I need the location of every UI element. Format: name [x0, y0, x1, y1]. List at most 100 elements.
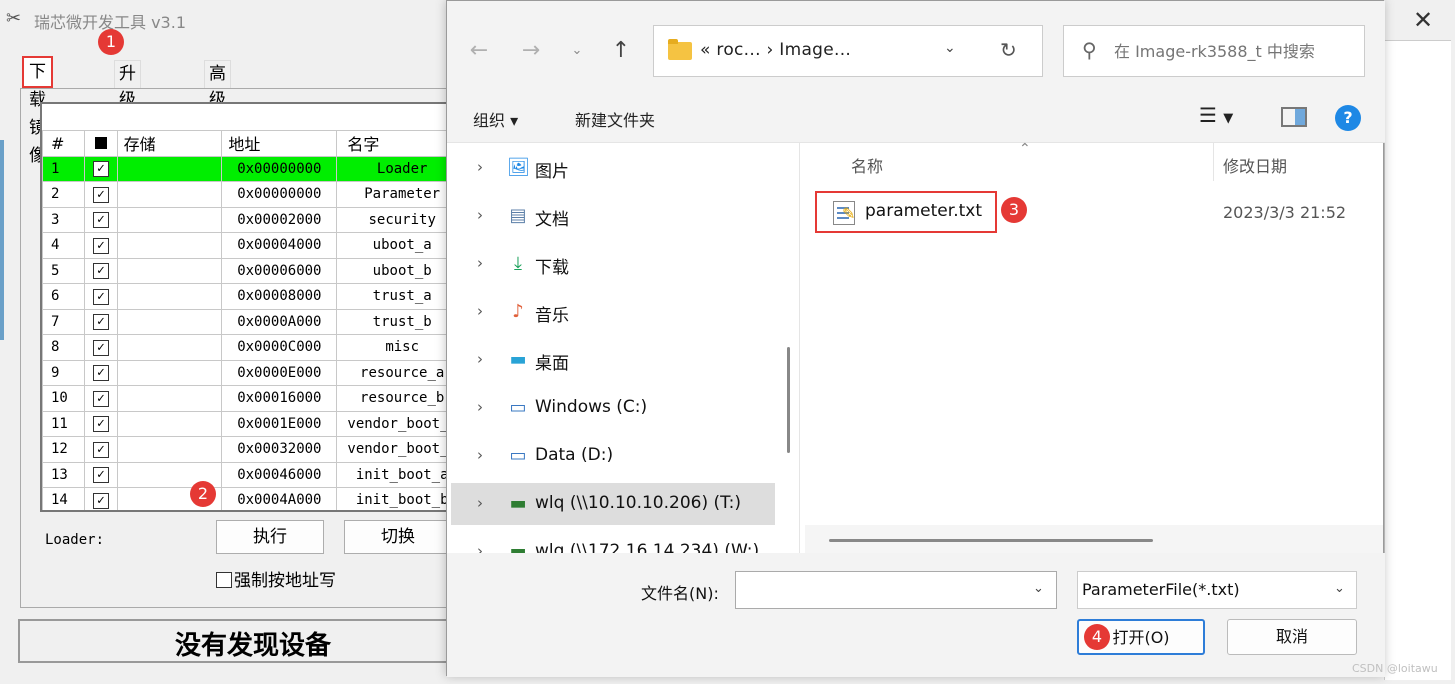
refresh-icon[interactable]: ↻: [1000, 38, 1017, 62]
row-checkbox[interactable]: ✓: [84, 283, 118, 310]
nav-item-drive[interactable]: › ▭ Windows (C:): [451, 387, 775, 429]
back-arrow-icon[interactable]: ←: [465, 37, 493, 65]
filename-dropdown-icon[interactable]: ⌄: [1033, 581, 1044, 596]
row-checkbox[interactable]: ✓: [84, 410, 118, 437]
tab-upgrade-firmware[interactable]: 升级固件: [114, 60, 141, 162]
organize-button[interactable]: 组织 ▾: [473, 107, 518, 131]
switch-button[interactable]: 切换: [344, 520, 452, 554]
nav-item-label: wlq (\\10.10.10.206) (T:): [535, 493, 742, 513]
forward-arrow-icon[interactable]: →: [517, 37, 545, 65]
up-arrow-icon[interactable]: ↑: [607, 37, 635, 65]
table-row[interactable]: 10 ✓ 0x00016000 resource_b: [42, 385, 458, 412]
header-name: 名字: [336, 130, 458, 157]
row-number: 9: [42, 359, 86, 386]
row-number: 11: [42, 410, 86, 437]
nav-item-downloads[interactable]: › ⤓ 下载: [451, 243, 775, 285]
row-address: 0x0000A000: [221, 308, 338, 335]
row-checkbox[interactable]: ✓: [84, 359, 118, 386]
chevron-right-icon[interactable]: ›: [477, 542, 483, 553]
network-drive-icon: ▬: [509, 493, 527, 514]
device-status-bar: 没有发现设备: [18, 619, 448, 663]
chevron-right-icon[interactable]: ›: [477, 158, 483, 176]
file-name: parameter.txt: [865, 201, 982, 221]
row-checkbox[interactable]: ✓: [84, 385, 118, 412]
filename-input[interactable]: [735, 571, 1057, 609]
chevron-right-icon[interactable]: ›: [477, 302, 483, 320]
close-icon[interactable]: ✕: [1405, 6, 1441, 34]
table-row[interactable]: 8 ✓ 0x0000C000 misc: [42, 334, 458, 361]
view-options-icon[interactable]: ☰ ▼: [1199, 103, 1233, 127]
checkmark-icon: ✓: [92, 314, 109, 331]
navigation-pane: › 🖼 图片 › ▤ 文档 › ⤓ 下载 › ♪ 音乐 › ▬ 桌面 › ▭ Windows (C:) › ▭ Data…: [447, 143, 777, 553]
row-checkbox[interactable]: ✓: [84, 155, 118, 182]
search-input[interactable]: [1114, 36, 1354, 66]
new-folder-button[interactable]: 新建文件夹: [575, 107, 655, 131]
table-row[interactable]: 4 ✓ 0x00004000 uboot_a: [42, 232, 458, 259]
chevron-right-icon[interactable]: ›: [477, 254, 483, 272]
table-row[interactable]: 1 ✓ 0x00000000 Loader: [42, 155, 458, 182]
table-row[interactable]: 6 ✓ 0x00008000 trust_a: [42, 283, 458, 310]
recent-locations-chevron-icon[interactable]: ⌄: [563, 37, 591, 65]
table-row[interactable]: 12 ✓ 0x00032000 vendor_boot_b: [42, 436, 458, 463]
nav-item-desktop[interactable]: › ▬ 桌面: [451, 339, 775, 381]
folder-icon: [668, 39, 692, 60]
search-box[interactable]: ⚲: [1063, 25, 1365, 77]
row-checkbox[interactable]: ✓: [84, 308, 118, 335]
table-row[interactable]: 14 ✓ 0x0004A000 init_boot_b: [42, 487, 458, 510]
window-edge-decoration: [0, 140, 4, 340]
address-dropdown-icon[interactable]: ⌄: [944, 40, 956, 56]
row-storage: [116, 283, 223, 310]
checkmark-icon: ✓: [92, 492, 109, 509]
file-type-select[interactable]: ParameterFile(*.txt) ⌄: [1077, 571, 1357, 609]
address-path[interactable]: « roc... › Image...: [700, 40, 851, 60]
row-checkbox[interactable]: ✓: [84, 487, 118, 510]
image-table-container: # 存储 地址 名字 1 ✓ 0x00000000 Loader 2 ✓ 0x0000000…: [40, 102, 460, 512]
nav-item-pictures[interactable]: › 🖼 图片: [451, 147, 775, 189]
tab-advanced-functions[interactable]: 高级功能: [204, 60, 231, 162]
table-row[interactable]: 3 ✓ 0x00002000 security: [42, 206, 458, 233]
navigation-scrollbar[interactable]: [787, 347, 790, 453]
row-checkbox[interactable]: ✓: [84, 181, 118, 208]
help-icon[interactable]: ?: [1335, 105, 1361, 131]
row-name: resource_a: [336, 359, 458, 386]
address-bar[interactable]: « roc... › Image... ⌄ ↻: [653, 25, 1043, 77]
table-row[interactable]: 5 ✓ 0x00006000 uboot_b: [42, 257, 458, 284]
row-number: 7: [42, 308, 86, 335]
table-row[interactable]: 7 ✓ 0x0000A000 trust_b: [42, 308, 458, 335]
row-checkbox[interactable]: ✓: [84, 206, 118, 233]
nav-item-music[interactable]: › ♪ 音乐: [451, 291, 775, 333]
table-row[interactable]: 11 ✓ 0x0001E000 vendor_boot_a: [42, 410, 458, 437]
row-checkbox[interactable]: ✓: [84, 461, 118, 488]
chevron-right-icon[interactable]: ›: [477, 446, 483, 464]
column-header-modified-date[interactable]: 修改日期: [1223, 153, 1287, 177]
force-address-write-checkbox[interactable]: 强制按地址写: [216, 566, 336, 591]
table-row[interactable]: 13 ✓ 0x00046000 init_boot_a: [42, 461, 458, 488]
nav-item-documents[interactable]: › ▤ 文档: [451, 195, 775, 237]
step-marker-1: 1: [98, 29, 124, 55]
tab-download-image[interactable]: 下载镜像: [22, 56, 53, 166]
row-checkbox[interactable]: ✓: [84, 436, 118, 463]
cancel-button[interactable]: 取消: [1227, 619, 1357, 655]
checkmark-icon: ✓: [92, 441, 109, 458]
nav-item-drive[interactable]: › ▭ Data (D:): [451, 435, 775, 477]
row-name: misc: [336, 334, 458, 361]
file-list-scrollbar[interactable]: [829, 539, 1153, 542]
row-checkbox[interactable]: ✓: [84, 232, 118, 259]
table-row[interactable]: 2 ✓ 0x00000000 Parameter: [42, 181, 458, 208]
force-address-write-label: 强制按地址写: [234, 571, 336, 591]
execute-button[interactable]: 执行: [216, 520, 324, 554]
nav-item-network-drive[interactable]: › ▬ wlq (\\172.16.14.234) (W:): [451, 531, 775, 553]
row-checkbox[interactable]: ✓: [84, 257, 118, 284]
header-select-all[interactable]: [84, 130, 118, 157]
dialog-toolbar: 组织 ▾ 新建文件夹 ☰ ▼ ?: [447, 93, 1385, 143]
file-item-parameter[interactable]: parameter.txt: [815, 191, 997, 233]
column-header-name[interactable]: 名称: [851, 153, 883, 177]
chevron-right-icon[interactable]: ›: [477, 494, 483, 512]
chevron-right-icon[interactable]: ›: [477, 350, 483, 368]
table-row[interactable]: 9 ✓ 0x0000E000 resource_a: [42, 359, 458, 386]
chevron-right-icon[interactable]: ›: [477, 206, 483, 224]
nav-item-network-drive[interactable]: › ▬ wlq (\\10.10.10.206) (T:): [451, 483, 775, 525]
row-checkbox[interactable]: ✓: [84, 334, 118, 361]
preview-pane-icon[interactable]: [1281, 107, 1307, 127]
chevron-right-icon[interactable]: ›: [477, 398, 483, 416]
